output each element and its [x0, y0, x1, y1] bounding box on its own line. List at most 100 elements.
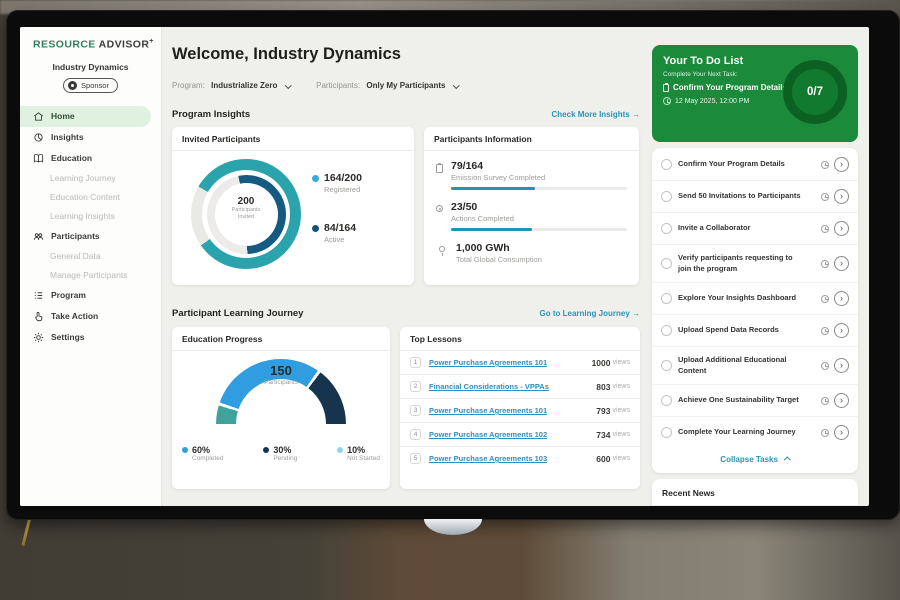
sidebar-item-learning-insights[interactable]: Learning Insights — [20, 207, 161, 226]
chevron-right-icon[interactable]: › — [834, 157, 849, 172]
lesson-row[interactable]: 1 Power Purchase Agreements 101 1000 vie… — [400, 351, 640, 375]
participants-information-body: 79/164 Emission Survey Completed 23/50 A… — [424, 151, 639, 284]
task-label: Upload Spend Data Records — [678, 325, 779, 336]
task-checkbox[interactable] — [661, 395, 672, 406]
lesson-row[interactable]: 4 Power Purchase Agreements 102 734 view… — [400, 423, 640, 447]
clock-icon — [821, 295, 829, 303]
task-label: Send 50 Invitations to Participants — [678, 191, 801, 202]
task-checkbox[interactable] — [661, 293, 672, 304]
task-checkbox[interactable] — [661, 258, 672, 269]
chevron-right-icon[interactable]: › — [834, 291, 849, 306]
lesson-link[interactable]: Power Purchase Agreements 102 — [429, 430, 547, 439]
chevron-right-icon[interactable]: › — [834, 221, 849, 236]
people-icon — [33, 231, 44, 242]
lesson-link[interactable]: Power Purchase Agreements 101 — [429, 406, 547, 415]
task-row[interactable]: Upload Spend Data Records › — [652, 314, 858, 346]
top-lessons-card: Top Lessons 1 Power Purchase Agreements … — [400, 327, 640, 489]
active-value: 84/164 — [324, 222, 356, 234]
sidebar-item-general-data[interactable]: General Data — [20, 247, 161, 266]
sidebar-item-take-action[interactable]: Take Action — [20, 306, 161, 327]
sidebar-item-education-content[interactable]: Education Content — [20, 188, 161, 207]
sidebar-item-label: Education — [51, 153, 92, 163]
task-row[interactable]: Invite a Collaborator › — [652, 212, 858, 244]
sidebar-item-settings[interactable]: Settings — [20, 327, 161, 348]
sidebar-item-label: Insights — [51, 132, 84, 142]
sidebar-item-participants[interactable]: Participants — [20, 226, 161, 247]
task-row[interactable]: Confirm Your Program Details › — [652, 149, 858, 180]
org-name: Industry Dynamics — [20, 62, 161, 72]
consumption-row: 1,000 GWh Total Global Consumption — [436, 242, 627, 264]
participants-filter-label: Participants: — [316, 81, 360, 90]
sidebar-item-home[interactable]: Home — [20, 106, 151, 127]
sidebar-item-insights[interactable]: Insights — [20, 127, 161, 148]
sidebar-item-label: Participants — [51, 231, 100, 241]
go-to-learning-journey-link[interactable]: Go to Learning Journey → — [540, 309, 640, 318]
registered-value: 164/200 — [324, 172, 362, 184]
logo-resource: RESOURCE — [33, 39, 96, 51]
logo-advisor: ADVISOR — [99, 39, 150, 51]
lesson-link[interactable]: Power Purchase Agreements 103 — [429, 454, 547, 463]
task-checkbox[interactable] — [661, 191, 672, 202]
actions-progress-bar — [451, 228, 627, 231]
task-row[interactable]: Upload Additional Educational Content › — [652, 346, 858, 384]
clock-icon — [821, 161, 829, 169]
chevron-right-icon[interactable]: › — [834, 358, 849, 373]
completed-legend: 60% Completed — [182, 445, 223, 462]
chevron-right-icon[interactable]: › — [834, 256, 849, 271]
task-label: Upload Additional Educational Content — [678, 355, 796, 376]
chevron-up-icon — [784, 457, 790, 463]
list-icon — [33, 290, 44, 301]
task-checkbox[interactable] — [661, 159, 672, 170]
chevron-right-icon[interactable]: › — [834, 189, 849, 204]
pending-legend: 30% Pending — [263, 445, 297, 462]
learning-journey-header: Participant Learning Journey Go to Learn… — [172, 308, 640, 319]
book-icon — [33, 153, 44, 164]
chevron-right-icon[interactable]: › — [834, 323, 849, 338]
views-word: views — [612, 407, 630, 414]
gear-icon — [33, 332, 44, 343]
task-row[interactable]: Verify participants requesting to join t… — [652, 244, 858, 282]
task-row[interactable]: Achieve One Sustainability Target › — [652, 384, 858, 416]
task-row[interactable]: Complete Your Learning Journey › — [652, 416, 858, 448]
sidebar-item-program[interactable]: Program — [20, 285, 161, 306]
task-checkbox[interactable] — [661, 223, 672, 234]
chevron-right-icon[interactable]: › — [834, 393, 849, 408]
task-checkbox[interactable] — [661, 427, 672, 438]
task-row[interactable]: Explore Your Insights Dashboard › — [652, 282, 858, 314]
participants-filter[interactable]: Participants: Only My Participants — [316, 81, 458, 90]
registered-legend: 164/200 Registered — [312, 172, 362, 194]
lesson-link[interactable]: Financial Considerations - VPPAs — [429, 382, 549, 391]
views-word: views — [612, 431, 630, 438]
task-checkbox[interactable] — [661, 360, 672, 371]
lesson-rank: 5 — [410, 453, 421, 464]
actions-icon — [436, 205, 443, 212]
lesson-link[interactable]: Power Purchase Agreements 101 — [429, 358, 547, 367]
lesson-row[interactable]: 2 Financial Considerations - VPPAs 803 v… — [400, 375, 640, 399]
sidebar-item-education[interactable]: Education — [20, 148, 161, 169]
education-legend: 60% Completed 30% Pending 10% Not Starte… — [182, 445, 380, 462]
check-more-insights-link[interactable]: Check More Insights → — [552, 110, 640, 119]
notstarted-pct: 10% — [347, 445, 380, 455]
task-label: Verify participants requesting to join t… — [678, 253, 796, 274]
notstarted-legend: 10% Not Started — [337, 445, 380, 462]
views-word: views — [612, 455, 630, 462]
program-filter-value: Industrialize Zero — [211, 81, 277, 90]
sidebar-item-manage-participants[interactable]: Manage Participants — [20, 266, 161, 285]
chevron-right-icon[interactable]: › — [834, 425, 849, 440]
collapse-tasks-link[interactable]: Collapse Tasks — [652, 448, 858, 472]
sidebar-item-learning-journey[interactable]: Learning Journey — [20, 169, 161, 188]
lesson-views: 1000 — [592, 358, 611, 368]
lesson-row[interactable]: 5 Power Purchase Agreements 103 600 view… — [400, 447, 640, 470]
task-checkbox[interactable] — [661, 325, 672, 336]
lesson-views: 803 — [596, 382, 610, 392]
gauge-value: 150 — [172, 363, 390, 378]
donut-center-label: Invited — [215, 214, 278, 221]
task-row[interactable]: Send 50 Invitations to Participants › — [652, 180, 858, 212]
card-title: Top Lessons — [400, 327, 640, 351]
registered-label: Registered — [324, 185, 362, 194]
lesson-row[interactable]: 3 Power Purchase Agreements 101 793 view… — [400, 399, 640, 423]
program-filter[interactable]: Program: Industrialize Zero — [172, 81, 290, 90]
todo-task-list: Confirm Your Program Details › Send 50 I… — [652, 148, 858, 473]
arrow-right-icon: → — [632, 309, 640, 318]
dashboard-screen: RESOURCE ADVISOR+ Industry Dynamics Spon… — [20, 27, 869, 506]
